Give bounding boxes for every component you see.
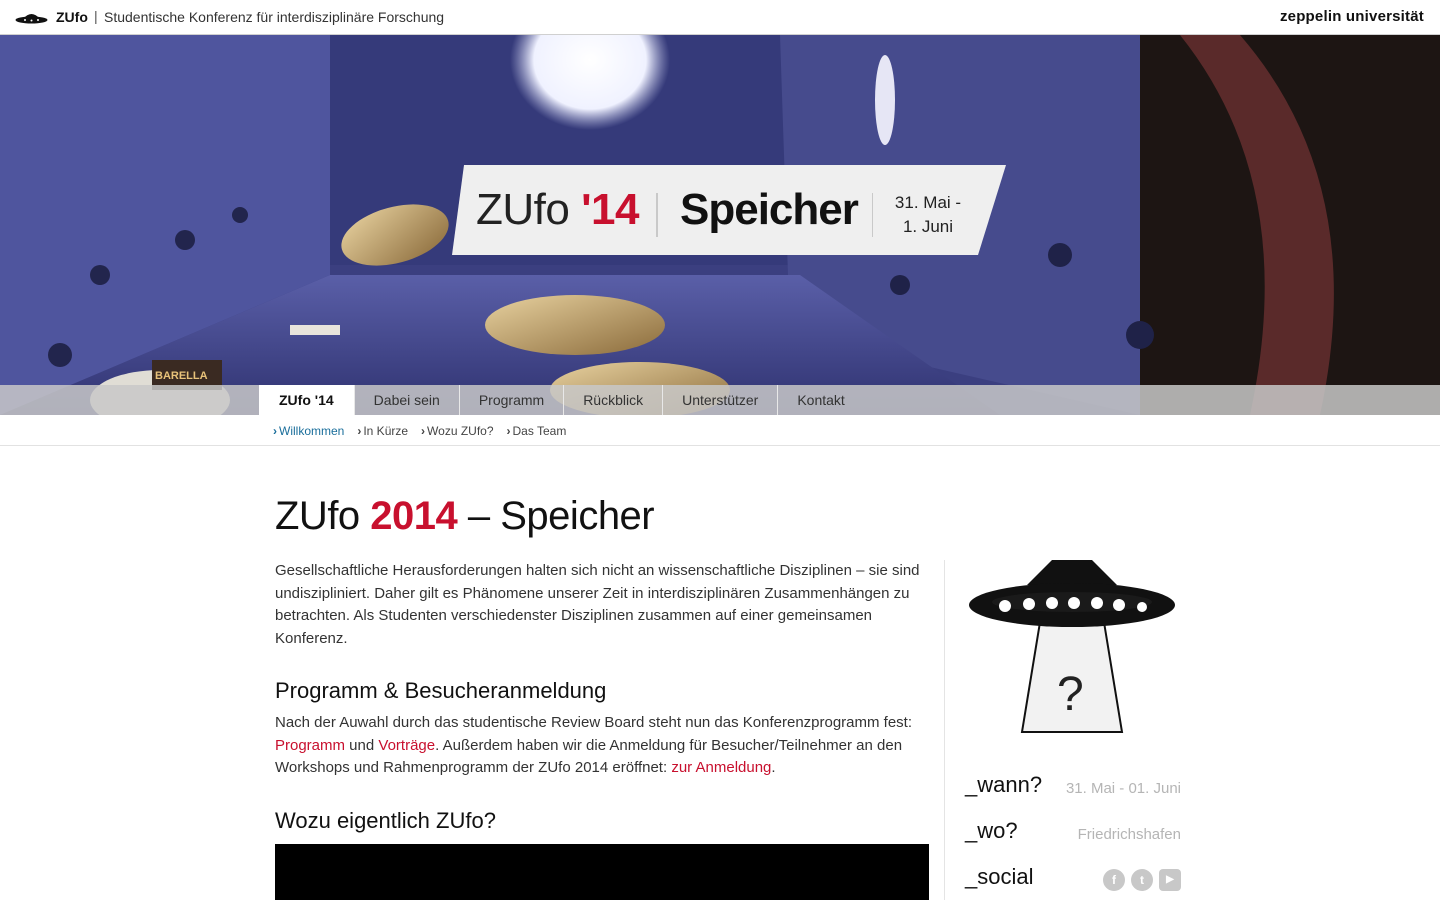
where-label: _wo? — [965, 818, 1018, 843]
subnav-item-wozu-zufo[interactable]: › Wozu ZUfo? — [421, 424, 493, 438]
subnav-label: Willkommen — [279, 424, 345, 438]
page-title: ZUfo 2014 – Speicher — [275, 494, 655, 539]
hero-date-line2: 1. Juni — [902, 217, 954, 236]
programm-paragraph: Nach der Auwahl durch das studentische R… — [275, 712, 930, 780]
nav-item-kontakt[interactable]: Kontakt — [778, 385, 863, 415]
question-mark: ? — [1057, 668, 1084, 721]
nav-item-unterstuetzer[interactable]: Unterstützer — [663, 385, 779, 415]
hero-date: 31. Mai - 1. Juni — [888, 191, 968, 239]
hero-sign-text: BARELLA — [155, 370, 208, 382]
chevron-right-icon: › — [357, 424, 362, 438]
social-links: f t ▶ — [1103, 869, 1181, 891]
hero-zufo-prefix: ZUfo — [476, 185, 582, 234]
subnav-label: Wozu ZUfo? — [427, 424, 494, 438]
anmeldung-link[interactable]: zur Anmeldung — [671, 759, 771, 776]
page-title-year: 2014 — [370, 494, 458, 538]
hero-zufo-logo: ZUfo '14 — [476, 185, 639, 235]
subnav-item-in-kuerze[interactable]: › In Kürze — [357, 424, 408, 438]
video-player[interactable] — [275, 844, 929, 900]
subnav-label: Das Team — [512, 424, 567, 438]
hero-banner: BARELLA ZUfo '14 Speicher 31. Mai - 1. J… — [0, 35, 1440, 415]
text-run: Nach der Auwahl durch das studentische R… — [275, 714, 913, 731]
info-social: _social f t ▶ — [965, 864, 1181, 894]
nav-item-dabei-sein[interactable]: Dabei sein — [355, 385, 460, 415]
when-value: 31. Mai - 01. Juni — [1065, 780, 1181, 797]
sidebar: ? _wann? 31. Mai - 01. Juni _wo? Friedri… — [944, 560, 1181, 900]
university-logo-link[interactable]: zeppelin universität — [1280, 8, 1424, 25]
hero-divider — [656, 193, 658, 237]
info-where: _wo? Friedrichshafen — [965, 818, 1181, 848]
nav-item-zufo14[interactable]: ZUfo '14 — [259, 385, 355, 415]
hero-date-line1: 31. Mai - — [894, 193, 962, 212]
text-run: . — [771, 759, 776, 776]
ufo-logo-icon[interactable] — [15, 11, 48, 25]
chevron-right-icon: › — [421, 424, 426, 438]
subnav-item-das-team[interactable]: › Das Team — [507, 424, 567, 438]
section-heading-programm: Programm & Besucheranmeldung — [275, 678, 607, 703]
ufo-illustration-icon: ? — [969, 560, 1175, 733]
sub-nav: › Willkommen › In Kürze › Wozu ZUfo? › Das T… — [0, 415, 1440, 446]
hero-title-plate: ZUfo '14 Speicher 31. Mai - 1. Juni — [452, 165, 1006, 255]
social-label: _social — [965, 864, 1034, 889]
main-nav: ZUfo '14 Dabei sein Programm Rückblick U… — [0, 385, 1440, 415]
intro-paragraph: Gesellschaftliche Herausforderungen halt… — [275, 562, 920, 647]
top-bar: ZUfo | Studentische Konferenz für interd… — [0, 0, 1440, 35]
page-title-prefix: ZUfo — [275, 494, 371, 538]
subnav-item-willkommen[interactable]: › Willkommen — [273, 424, 344, 438]
hero-divider-2 — [872, 193, 873, 237]
brand-link[interactable]: ZUfo — [56, 9, 88, 25]
where-value: Friedrichshafen — [1077, 826, 1181, 843]
main-content: Gesellschaftliche Herausforderungen halt… — [275, 560, 930, 842]
info-when: _wann? 31. Mai - 01. Juni — [965, 772, 1181, 802]
programm-link[interactable]: Programm — [275, 737, 345, 754]
chevron-right-icon: › — [273, 424, 277, 438]
hero-zufo-year: '14 — [581, 185, 639, 234]
subnav-label: In Kürze — [363, 424, 409, 438]
hero-title: Speicher — [680, 185, 859, 234]
site-tagline: Studentische Konferenz für interdiszipli… — [104, 9, 445, 25]
chevron-right-icon: › — [506, 424, 511, 438]
facebook-icon[interactable]: f — [1103, 869, 1125, 891]
when-label: _wann? — [965, 772, 1043, 797]
twitter-icon[interactable]: t — [1131, 869, 1153, 891]
page-title-suffix: – Speicher — [457, 494, 655, 538]
youtube-icon[interactable]: ▶ — [1159, 869, 1181, 891]
section-heading-wozu: Wozu eigentlich ZUfo? — [275, 807, 496, 833]
brand-separator: | — [94, 8, 98, 24]
vortraege-link[interactable]: Vorträge — [378, 737, 435, 754]
text-run: und — [345, 736, 379, 754]
nav-item-programm[interactable]: Programm — [460, 385, 565, 415]
nav-item-rueckblick[interactable]: Rückblick — [564, 385, 664, 415]
